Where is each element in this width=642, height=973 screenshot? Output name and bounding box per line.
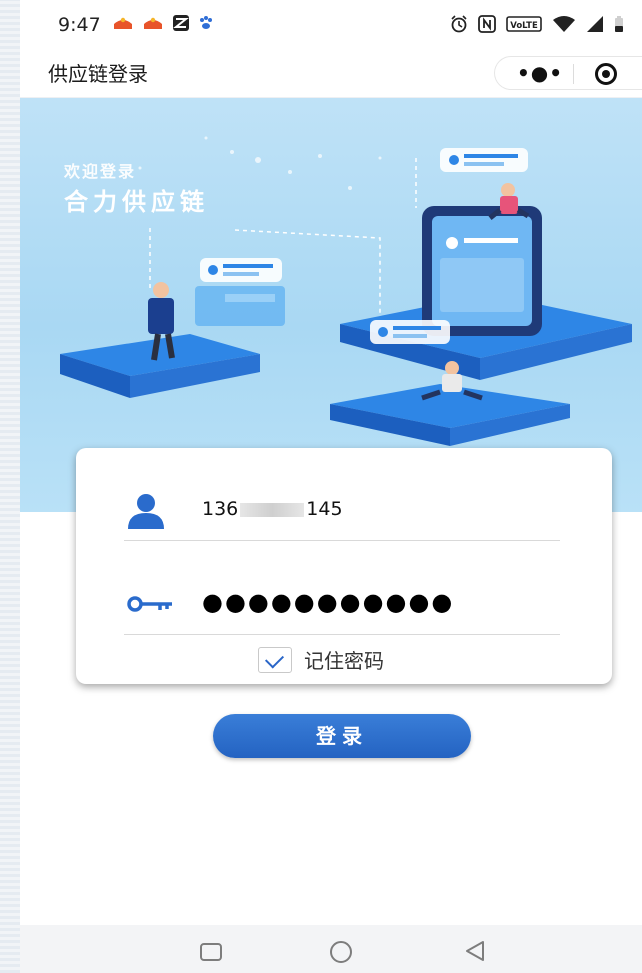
nfc-icon	[478, 15, 496, 33]
app-notification-icon	[114, 17, 132, 29]
phone-suffix: 145	[306, 498, 343, 520]
phone-screen: 9:47 VoLTE 供应链登录 •●• 欢迎登录 合力供应链 136 145 …	[20, 0, 642, 973]
remember-checkbox[interactable]	[258, 646, 292, 673]
system-icons: VoLTE	[450, 15, 624, 33]
remember-password[interactable]: 记住密码	[258, 645, 384, 674]
login-card: 136 145 ●●●●●●●●●●● 记住密码	[76, 448, 612, 684]
app-notification-icon	[144, 17, 162, 29]
page-title: 供应链登录	[48, 62, 148, 86]
alarm-icon	[451, 15, 467, 33]
status-bar: 9:47 VoLTE	[20, 0, 642, 46]
battery-icon	[615, 16, 623, 32]
phone-underline	[124, 540, 560, 541]
volte-label: VoLTE	[510, 21, 538, 31]
target-icon[interactable]	[595, 63, 617, 85]
phone-prefix: 136	[202, 498, 239, 520]
phone-input[interactable]: 136 145	[202, 498, 343, 520]
status-time: 9:47	[58, 14, 101, 36]
more-dots-icon[interactable]: •●•	[517, 61, 563, 85]
system-nav-bar	[20, 925, 642, 973]
password-input[interactable]: ●●●●●●●●●●●	[202, 588, 454, 616]
app-icon	[173, 15, 189, 31]
phone-mask	[240, 502, 305, 517]
password-underline	[124, 634, 560, 635]
login-button[interactable]: 登录	[213, 714, 471, 758]
baidu-icon	[200, 16, 212, 29]
user-icon	[128, 494, 164, 529]
page-frame	[0, 0, 20, 973]
wifi-icon	[553, 16, 575, 32]
recent-apps-icon[interactable]	[200, 943, 222, 961]
home-icon[interactable]	[330, 941, 352, 963]
signal-icon	[587, 16, 603, 32]
remember-label: 记住密码	[304, 649, 384, 673]
mini-program-capsule: •●•	[494, 56, 642, 90]
key-icon	[127, 596, 172, 612]
title-bar: 供应链登录 •●•	[20, 46, 642, 98]
capsule-divider	[573, 64, 574, 84]
notification-icons	[112, 14, 214, 32]
volte-icon: VoLTE	[506, 16, 542, 32]
back-icon[interactable]	[464, 939, 486, 963]
